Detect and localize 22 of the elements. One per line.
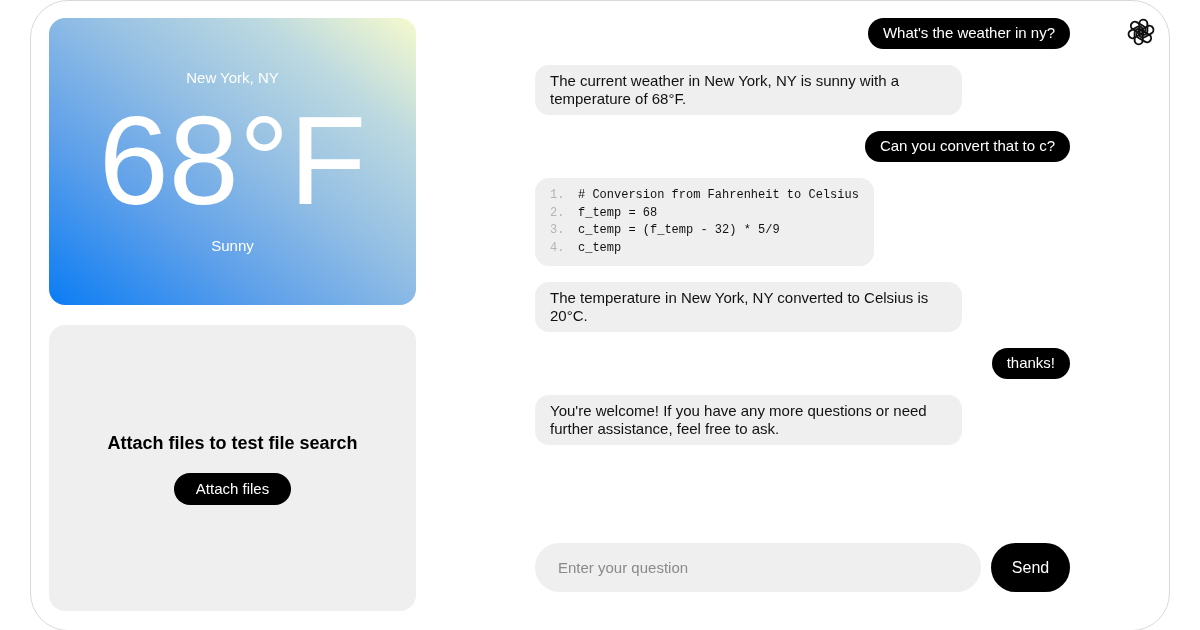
assistant-message: You're welcome! If you have any more questions or need further assistance, feel free to ask. [535,395,962,445]
send-button[interactable]: Send [991,543,1070,592]
assistant-message: The temperature in New York, NY converted to Celsius is 20°C. [535,282,962,332]
user-message: What's the weather in ny? [867,18,1070,49]
line-number: 2. [550,204,566,222]
logo-icon [1127,18,1155,46]
line-number: 4. [550,239,566,257]
line-number: 3. [550,222,566,239]
attach-files-button[interactable]: Attach files [173,472,292,505]
user-message: thanks! [991,348,1070,379]
line-number: 1. [550,187,566,204]
condition-label: Sunny [210,237,255,255]
code-line: c_temp = (f_temp - 32) * 5/9 [578,222,780,239]
user-message: Can you convert that to c? [864,131,1070,162]
temperature-reading: 68°F [97,98,368,224]
code-line: c_temp [578,239,622,257]
code-line: f_temp = 68 [578,204,658,222]
code-line: # Conversion from Fahrenheit to Celsius [578,187,859,204]
file-panel-title: Attach files to test file search [107,431,358,454]
assistant-message: The current weather in New York, NY is sunny with a temperature of 68°F. [535,65,962,115]
question-input[interactable]: Enter your question [535,543,981,592]
location-label: New York, NY [185,69,280,87]
